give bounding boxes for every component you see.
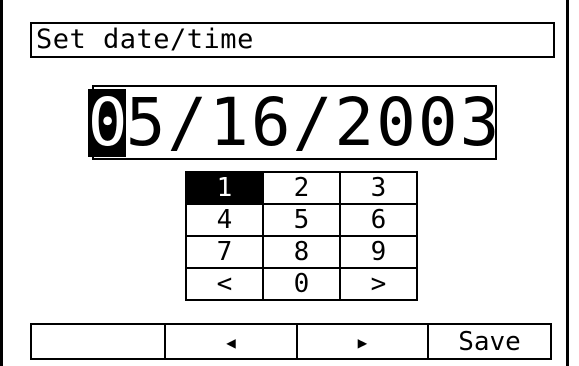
- date-value-rest: 5/16/2003: [125, 83, 502, 161]
- key-cursor-right[interactable]: >: [339, 267, 418, 301]
- screen-left-edge: [0, 0, 3, 366]
- key-4[interactable]: 4: [185, 203, 264, 237]
- key-1[interactable]: 1: [185, 171, 264, 205]
- softkey-1[interactable]: [30, 323, 166, 360]
- key-5[interactable]: 5: [262, 203, 341, 237]
- left-triangle-icon: ◀: [226, 333, 236, 352]
- key-9[interactable]: 9: [339, 235, 418, 269]
- numeric-keypad: 1 2 3 4 5 6 7 8 9 < 0 >: [185, 171, 418, 301]
- key-3[interactable]: 3: [339, 171, 418, 205]
- key-7[interactable]: 7: [185, 235, 264, 269]
- right-triangle-icon: ▶: [357, 333, 368, 352]
- key-6[interactable]: 6: [339, 203, 418, 237]
- key-cursor-left[interactable]: <: [185, 267, 264, 301]
- save-button[interactable]: Save: [427, 323, 552, 360]
- key-8[interactable]: 8: [262, 235, 341, 269]
- screen-right-edge: [566, 0, 569, 366]
- softkey-right[interactable]: ▶: [296, 323, 429, 360]
- date-field[interactable]: 0 5/16/2003: [87, 85, 499, 160]
- key-2[interactable]: 2: [262, 171, 341, 205]
- softkey-bar: ◀ ▶ Save: [30, 323, 552, 360]
- key-0[interactable]: 0: [262, 267, 341, 301]
- softkey-left[interactable]: ◀: [164, 323, 298, 360]
- screen-title: Set date/time: [30, 22, 555, 58]
- date-cursor-digit[interactable]: 0: [87, 88, 127, 157]
